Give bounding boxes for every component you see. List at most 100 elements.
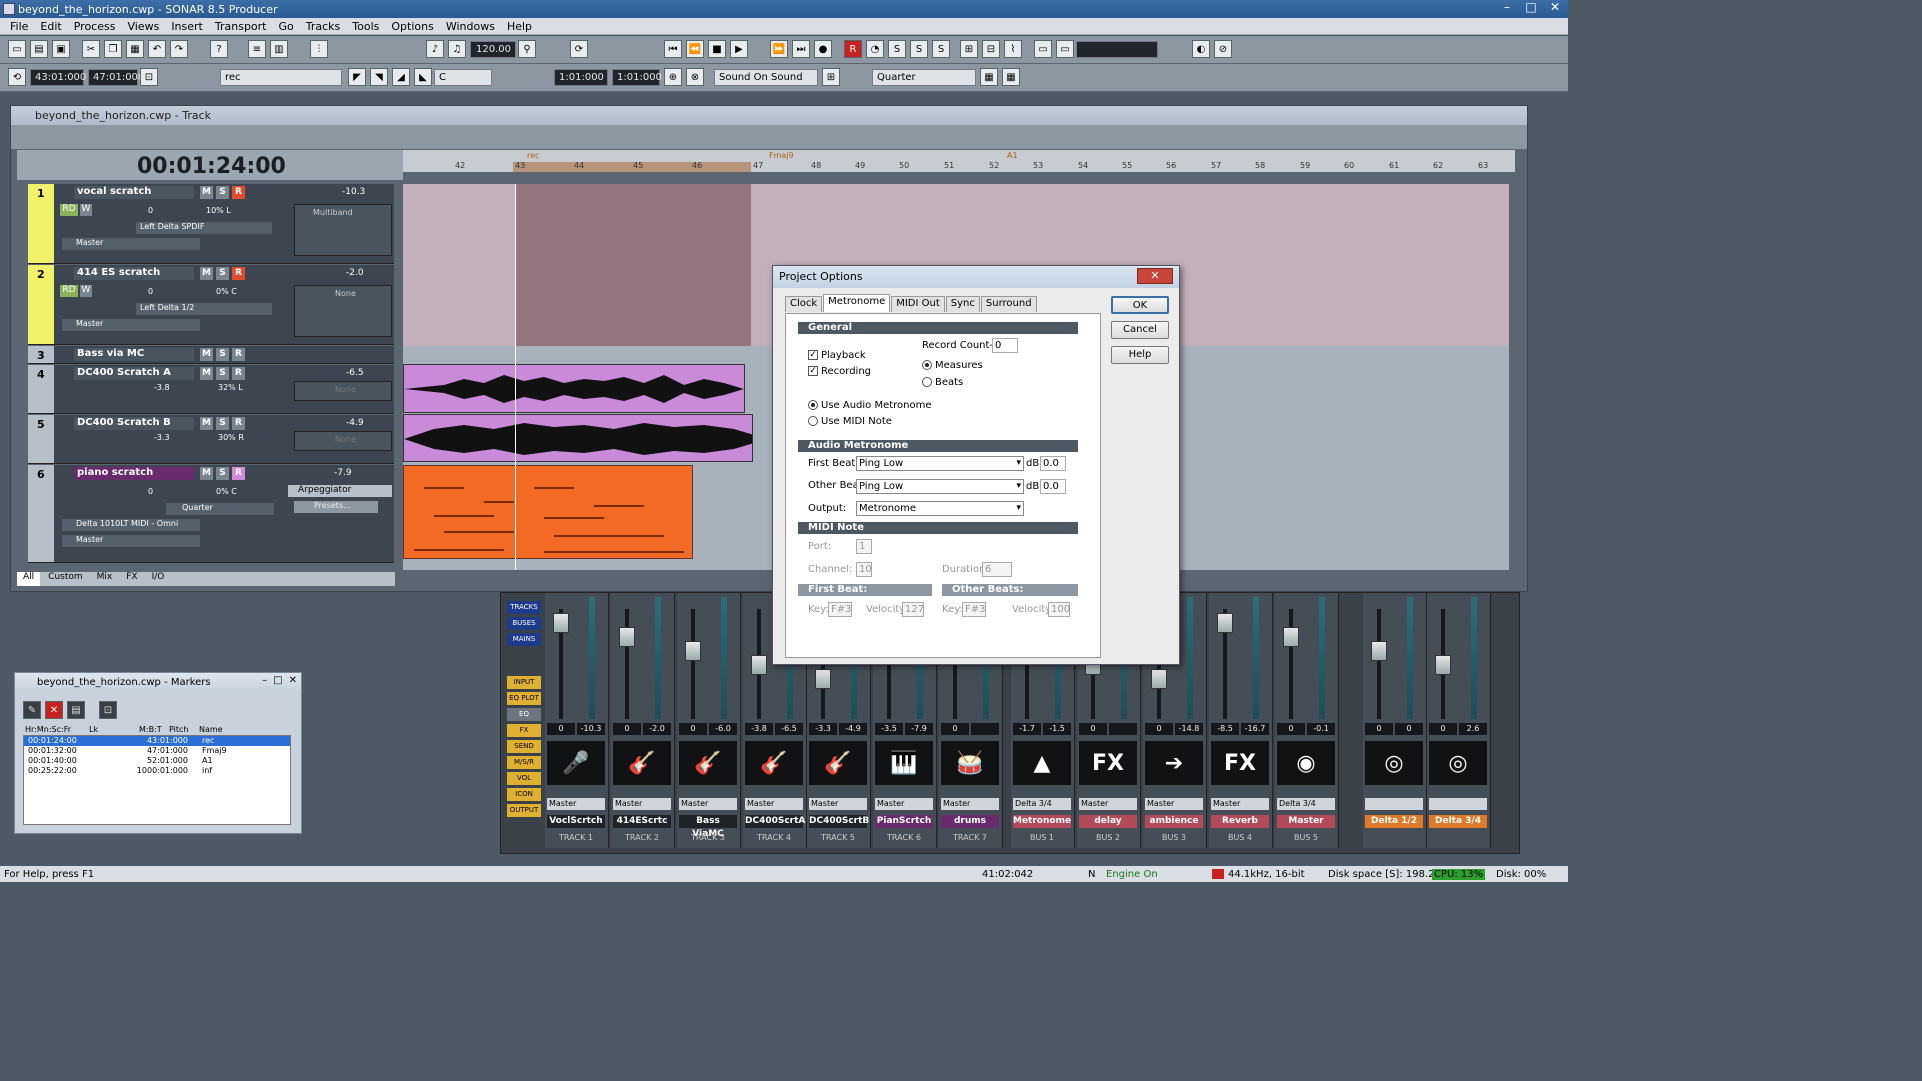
menu-windows[interactable]: Windows: [440, 20, 501, 33]
screenset-icon[interactable]: ▭: [1034, 40, 1052, 58]
menu-transport[interactable]: Transport: [209, 20, 273, 33]
marker-flag[interactable]: Fmaj9: [769, 151, 794, 160]
ok-button[interactable]: OK: [1111, 296, 1169, 314]
mixer-strip[interactable]: 0 -2.0 🎸 Master 414EScrtc TRACK 2: [611, 593, 675, 848]
channel-field[interactable]: 10: [856, 562, 872, 577]
input-echo-icon[interactable]: ◔: [866, 40, 884, 58]
fader-handle[interactable]: [1371, 641, 1387, 661]
marker-flag[interactable]: A1: [1007, 151, 1018, 160]
track-1[interactable]: 1 vocal scratch M S R -10.3 RD W 0 10% L…: [28, 184, 394, 264]
help-button[interactable]: Help: [1111, 346, 1169, 364]
fx-bin[interactable]: None: [294, 381, 392, 401]
track-name[interactable]: Bass via MC: [74, 348, 194, 361]
screenset-lock-icon[interactable]: ▭: [1056, 40, 1074, 58]
play-icon[interactable]: ▶: [730, 40, 748, 58]
strip-icon[interactable]: 🎸: [809, 741, 867, 785]
mute-button[interactable]: M: [200, 367, 213, 380]
track-name[interactable]: piano scratch: [74, 467, 194, 480]
loop-end-field[interactable]: 47:01:000: [88, 69, 144, 86]
snap-grid-icon[interactable]: ▦: [980, 68, 998, 86]
input-dropdown[interactable]: Left Delta 1/2: [136, 303, 272, 315]
console-mains-button[interactable]: MAINS: [507, 633, 541, 646]
record-arm-button[interactable]: R: [232, 267, 245, 280]
fader-handle[interactable]: [751, 655, 767, 675]
mute-button[interactable]: M: [200, 467, 213, 480]
tempo-tap-icon[interactable]: ⚲: [518, 40, 536, 58]
forward-icon[interactable]: ⏩: [770, 40, 788, 58]
quantize-dropdown[interactable]: Quarter: [166, 503, 274, 515]
record-options-icon[interactable]: ⊞: [822, 68, 840, 86]
minimize-button[interactable]: –: [1498, 0, 1516, 14]
track-6[interactable]: 6 piano scratch M S R -7.9 0 0% C Quarte…: [28, 465, 394, 563]
strip-icon[interactable]: FX: [1211, 741, 1269, 785]
paste-icon[interactable]: ▦: [126, 40, 144, 58]
other-beats-velocity-field[interactable]: 100: [1048, 602, 1070, 617]
track-5[interactable]: 5 DC400 Scratch B M S R -4.9 -3.3 30% R …: [28, 415, 394, 464]
console-input-button[interactable]: INPUT: [507, 676, 541, 689]
solo-button[interactable]: S: [216, 417, 229, 430]
strip-icon[interactable]: 🥁: [941, 741, 999, 785]
mute-button[interactable]: M: [200, 348, 213, 361]
piano-roll-icon[interactable]: ▥: [270, 40, 288, 58]
track-name[interactable]: vocal scratch: [74, 186, 194, 199]
snap-value-dropdown[interactable]: Quarter: [872, 69, 976, 86]
strip-name[interactable]: 414EScrtc: [613, 815, 671, 828]
nudge-right-icon[interactable]: ◥: [370, 68, 388, 86]
add-marker-icon[interactable]: ✎: [23, 701, 41, 719]
dialog-close-button[interactable]: ✕: [1137, 268, 1173, 284]
solo-button[interactable]: S: [216, 367, 229, 380]
first-beat-key-field[interactable]: F#3: [828, 602, 852, 617]
lock-marker-icon[interactable]: ⊡: [99, 701, 117, 719]
strip-name[interactable]: DC400ScrtB: [809, 815, 869, 828]
strip-output-dropdown[interactable]: Master: [875, 798, 933, 810]
mute-button[interactable]: M: [200, 186, 213, 199]
tab-all[interactable]: All: [17, 572, 41, 586]
strip-output-dropdown[interactable]: Master: [1211, 798, 1269, 810]
strip-icon[interactable]: ◎: [1365, 741, 1423, 785]
recording-checkbox[interactable]: ✓ Recording: [808, 366, 871, 377]
menu-tools[interactable]: Tools: [346, 20, 385, 33]
track-name[interactable]: DC400 Scratch A: [74, 367, 194, 380]
mute-button[interactable]: M: [200, 417, 213, 430]
duration-field[interactable]: 6: [982, 562, 1012, 577]
menu-views[interactable]: Views: [121, 20, 165, 33]
track-2[interactable]: 2 414 ES scratch M S R -2.0 RD W 0 0% C …: [28, 265, 394, 345]
tempo-field[interactable]: 120.00: [470, 41, 516, 58]
stop-icon[interactable]: ■: [708, 40, 726, 58]
fader-handle[interactable]: [685, 641, 701, 661]
strip-name[interactable]: Delta 1/2: [1365, 815, 1423, 828]
other-beats-dropdown[interactable]: Ping Low: [856, 479, 1024, 494]
strip-output-dropdown[interactable]: Master: [613, 798, 671, 810]
new-file-icon[interactable]: ▭: [8, 40, 26, 58]
console-eq-button[interactable]: EQ: [507, 708, 541, 721]
input-dropdown[interactable]: Left Delta SPDIF: [136, 222, 272, 234]
read-auto-button[interactable]: RD: [60, 204, 78, 216]
take-name-dropdown[interactable]: rec: [220, 69, 342, 86]
output-dropdown[interactable]: Master: [62, 535, 200, 547]
delete-marker-icon[interactable]: ✕: [45, 701, 63, 719]
marker-row[interactable]: 00:25:22:00 1000:01:000 inf: [24, 766, 290, 776]
marker-row[interactable]: 00:01:40:00 52:01:000 A1: [24, 756, 290, 766]
measures-radio[interactable]: Measures: [922, 360, 983, 371]
cpu-meter-icon[interactable]: ◐: [1192, 40, 1210, 58]
strip-output-dropdown[interactable]: Master: [809, 798, 867, 810]
strip-icon[interactable]: 🎸: [679, 741, 737, 785]
strip-icon[interactable]: ▲: [1013, 741, 1071, 785]
output-dropdown[interactable]: Master: [62, 238, 200, 250]
strip-icon[interactable]: 🎸: [745, 741, 803, 785]
markers-maximize-button[interactable]: □: [273, 675, 282, 686]
strip-name[interactable]: delay: [1079, 815, 1137, 828]
timeline-ruler[interactable]: 42 43 44 45 46 47 48 49 50 51 52 53 54 5…: [403, 150, 1515, 172]
strip-icon[interactable]: 🎹: [875, 741, 933, 785]
strip-icon[interactable]: ◎: [1429, 741, 1487, 785]
metronome-rec-icon[interactable]: ♫: [448, 40, 466, 58]
record-icon[interactable]: ●: [814, 40, 832, 58]
first-beat-velocity-field[interactable]: 127: [902, 602, 924, 617]
midi-panic-icon[interactable]: ⊘: [1214, 40, 1232, 58]
fader-handle[interactable]: [1283, 627, 1299, 647]
mixer-strip[interactable]: -8.5 -16.7 FX Master Reverb BUS 4: [1209, 593, 1273, 848]
use-midi-note-radio[interactable]: Use MIDI Note: [808, 416, 892, 427]
record-countin-field[interactable]: 0: [992, 338, 1018, 353]
save-icon[interactable]: ▣: [52, 40, 70, 58]
strip-output-dropdown[interactable]: Delta 3/4: [1013, 798, 1071, 810]
